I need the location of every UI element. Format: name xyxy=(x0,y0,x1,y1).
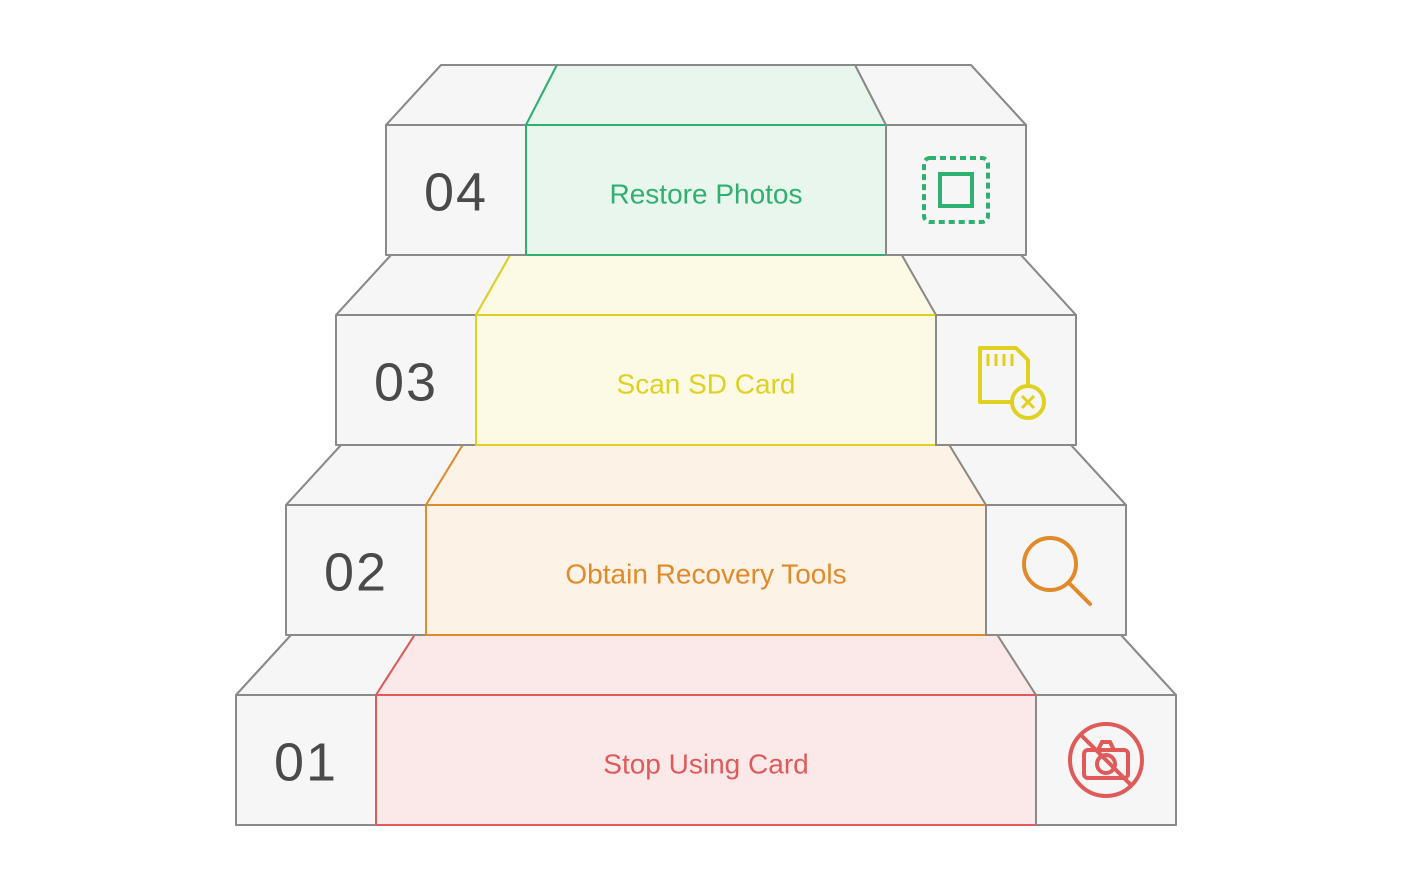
step-icon-box xyxy=(986,505,1126,635)
step-icon-box xyxy=(936,315,1076,445)
step-top-center-colored xyxy=(526,65,886,125)
step-top-right-grey xyxy=(855,65,1026,125)
pyramid-steps-diagram: 01 Stop Using Card 02 Obtain Recovery Tools… xyxy=(0,0,1412,869)
step-label-text: Stop Using Card xyxy=(603,748,808,779)
step-number-text: 03 xyxy=(374,352,438,412)
step-label-text: Scan SD Card xyxy=(617,368,796,399)
step-number-text: 02 xyxy=(324,542,388,602)
step-label-text: Obtain Recovery Tools xyxy=(565,558,846,589)
step-icon-box xyxy=(886,125,1026,255)
step-number-text: 04 xyxy=(424,162,488,222)
step-top-center-colored xyxy=(376,635,1036,695)
step-top-center-colored xyxy=(476,255,936,315)
step-label-text: Restore Photos xyxy=(610,178,803,209)
step-top-center-colored xyxy=(426,445,986,505)
step-number-text: 01 xyxy=(274,732,338,792)
